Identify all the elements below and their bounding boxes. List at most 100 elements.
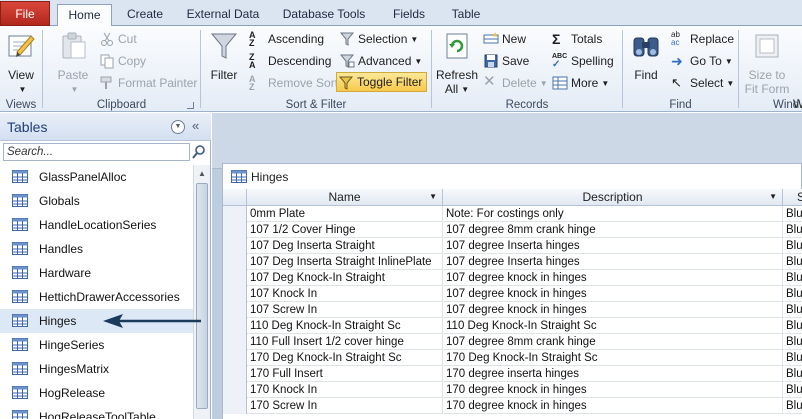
new-record-button[interactable]: New — [482, 29, 526, 49]
nav-item-table[interactable]: Handles — [0, 237, 193, 261]
table-row[interactable]: 107 1/2 Cover Hinge 107 degree 8mm crank … — [223, 222, 802, 238]
nav-item-table[interactable]: HingeSeries — [0, 333, 193, 357]
table-row[interactable]: 170 Full Insert 170 degree inserta hinges… — [223, 366, 802, 382]
scroll-thumb[interactable] — [196, 183, 208, 409]
cell-s[interactable]: Blu — [783, 302, 802, 318]
refresh-all-button[interactable]: Refresh All ▼ — [434, 30, 480, 96]
record-selector[interactable] — [223, 302, 247, 318]
dialog-launcher-icon[interactable] — [187, 102, 194, 109]
replace-button[interactable]: ab ac Replace — [670, 29, 734, 49]
table-row[interactable]: 170 Deg Knock-In Straight Sc 170 Deg Knoc… — [223, 350, 802, 366]
format-painter-button[interactable]: Format Painter — [98, 73, 197, 93]
selection-button[interactable]: Selection ▼ — [338, 29, 418, 49]
column-header-name[interactable]: Name ▼ — [247, 189, 443, 206]
tab-fields[interactable]: Fields — [382, 4, 436, 26]
cell-description[interactable]: 107 degree 8mm crank hinge — [443, 334, 783, 350]
cell-name[interactable]: 170 Full Insert — [247, 366, 443, 382]
table-row[interactable]: 107 Deg Knock-In Straight 107 degree knoc… — [223, 270, 802, 286]
nav-item-table[interactable]: HogRelease — [0, 381, 193, 405]
record-selector[interactable] — [223, 286, 247, 302]
table-row[interactable]: 110 Deg Knock-In Straight Sc 110 Deg Knoc… — [223, 318, 802, 334]
table-row[interactable]: 0mm Plate Note: For costings only Blu — [223, 206, 802, 222]
cell-name[interactable]: 170 Screw In — [247, 398, 443, 414]
advanced-button[interactable]: Advanced ▼ — [338, 51, 422, 71]
cell-name[interactable]: 170 Deg Knock-In Straight Sc — [247, 350, 443, 366]
table-row[interactable]: 107 Knock In 107 degree knock in hinges Bl… — [223, 286, 802, 302]
cell-description[interactable]: 170 degree inserta hinges — [443, 366, 783, 382]
sort-ascending-button[interactable]: AZ Ascending — [248, 29, 324, 49]
cell-name[interactable]: 107 Deg Inserta Straight — [247, 238, 443, 254]
record-selector[interactable] — [223, 222, 247, 238]
scroll-up-arrow-icon[interactable]: ▲ — [194, 165, 210, 182]
tab-create[interactable]: Create — [118, 4, 172, 26]
spelling-button[interactable]: ABC ✓ Spelling — [551, 51, 614, 71]
cell-name[interactable]: 107 1/2 Cover Hinge — [247, 222, 443, 238]
save-button[interactable]: Save — [482, 51, 529, 71]
cell-description[interactable]: 107 degree knock in hinges — [443, 286, 783, 302]
cell-name[interactable]: 107 Knock In — [247, 286, 443, 302]
cell-description[interactable]: 170 Deg Knock-In Straight Sc — [443, 350, 783, 366]
record-selector[interactable] — [223, 270, 247, 286]
column-dropdown-icon[interactable]: ▼ — [429, 189, 437, 205]
goto-button[interactable]: ➜ Go To ▼ — [670, 51, 733, 71]
cell-name[interactable]: 110 Deg Knock-In Straight Sc — [247, 318, 443, 334]
nav-item-table[interactable]: HandleLocationSeries — [0, 213, 193, 237]
filter-button[interactable]: Filter — [205, 30, 243, 82]
view-button[interactable]: View ▼ — [3, 30, 39, 96]
cell-description[interactable]: 110 Deg Knock-In Straight Sc — [443, 318, 783, 334]
cell-name[interactable]: 110 Full Insert 1/2 cover hinge — [247, 334, 443, 350]
remove-sort-button[interactable]: AZ Remove Sort — [248, 73, 338, 93]
record-selector[interactable] — [223, 254, 247, 270]
cell-s[interactable]: Blu — [783, 238, 802, 254]
cell-name[interactable]: 107 Deg Inserta Straight InlinePlate — [247, 254, 443, 270]
cell-description[interactable]: 170 degree knock in hinges — [443, 398, 783, 414]
table-row[interactable]: 170 Knock In 170 degree knock in hinges Bl… — [223, 382, 802, 398]
cell-s[interactable]: Blu — [783, 366, 802, 382]
paste-button[interactable]: Paste ▼ — [51, 30, 95, 96]
record-selector[interactable] — [223, 350, 247, 366]
table-row[interactable]: 107 Screw In 107 degree knock in hinges Bl… — [223, 302, 802, 318]
record-selector[interactable] — [223, 238, 247, 254]
copy-button[interactable]: Copy — [98, 51, 146, 71]
totals-button[interactable]: Σ Totals — [551, 29, 602, 49]
delete-button[interactable]: ✕ Delete ▼ — [482, 73, 548, 93]
datasheet-tab-hinges[interactable]: Hinges — [222, 163, 802, 189]
cell-s[interactable]: Blu — [783, 286, 802, 302]
table-row[interactable]: 170 Screw In 170 degree knock in hinges Bl… — [223, 398, 802, 414]
nav-pane-title[interactable]: Tables — [7, 119, 47, 135]
nav-item-table[interactable]: HettichDrawerAccessories — [0, 285, 193, 309]
select-button[interactable]: ↖ Select ▼ — [670, 73, 734, 93]
cell-name[interactable]: 107 Deg Knock-In Straight — [247, 270, 443, 286]
tab-external-data[interactable]: External Data — [178, 4, 268, 26]
size-to-fit-form-button[interactable]: Size to Fit Form — [743, 30, 791, 96]
sort-descending-button[interactable]: ZA Descending — [248, 51, 331, 71]
select-all-corner[interactable] — [223, 189, 247, 206]
record-selector[interactable] — [223, 366, 247, 382]
record-selector[interactable] — [223, 398, 247, 414]
cell-name[interactable]: 170 Knock In — [247, 382, 443, 398]
nav-item-table[interactable]: GlassPanelAlloc — [0, 165, 193, 189]
cell-s[interactable]: Blu — [783, 318, 802, 334]
cell-s[interactable]: Blu — [783, 254, 802, 270]
table-row[interactable]: 107 Deg Inserta Straight InlinePlate 107 … — [223, 254, 802, 270]
cell-s[interactable]: Blu — [783, 206, 802, 222]
cell-description[interactable]: 107 degree knock in hinges — [443, 270, 783, 286]
cell-description[interactable]: 107 degree knock in hinges — [443, 302, 783, 318]
cell-description[interactable]: 107 degree Inserta hinges — [443, 254, 783, 270]
tab-database-tools[interactable]: Database Tools — [274, 4, 374, 26]
cell-s[interactable]: Blu — [783, 350, 802, 366]
nav-item-table[interactable]: Hardware — [0, 261, 193, 285]
more-button[interactable]: More ▼ — [551, 73, 609, 93]
record-selector[interactable] — [223, 318, 247, 334]
table-row[interactable]: 110 Full Insert 1/2 cover hinge 107 degre… — [223, 334, 802, 350]
nav-search-input[interactable]: Search... — [3, 143, 190, 161]
record-selector[interactable] — [223, 334, 247, 350]
cell-description[interactable]: 107 degree Inserta hinges — [443, 238, 783, 254]
nav-item-table[interactable]: Globals — [0, 189, 193, 213]
find-button[interactable]: Find — [627, 30, 665, 82]
nav-menu-dropdown-icon[interactable]: ▼ — [171, 120, 185, 134]
collapse-pane-icon[interactable]: « — [192, 118, 199, 133]
nav-scrollbar[interactable]: ▲ — [193, 165, 210, 419]
search-icon[interactable] — [191, 143, 208, 161]
tab-table[interactable]: Table — [440, 4, 492, 26]
